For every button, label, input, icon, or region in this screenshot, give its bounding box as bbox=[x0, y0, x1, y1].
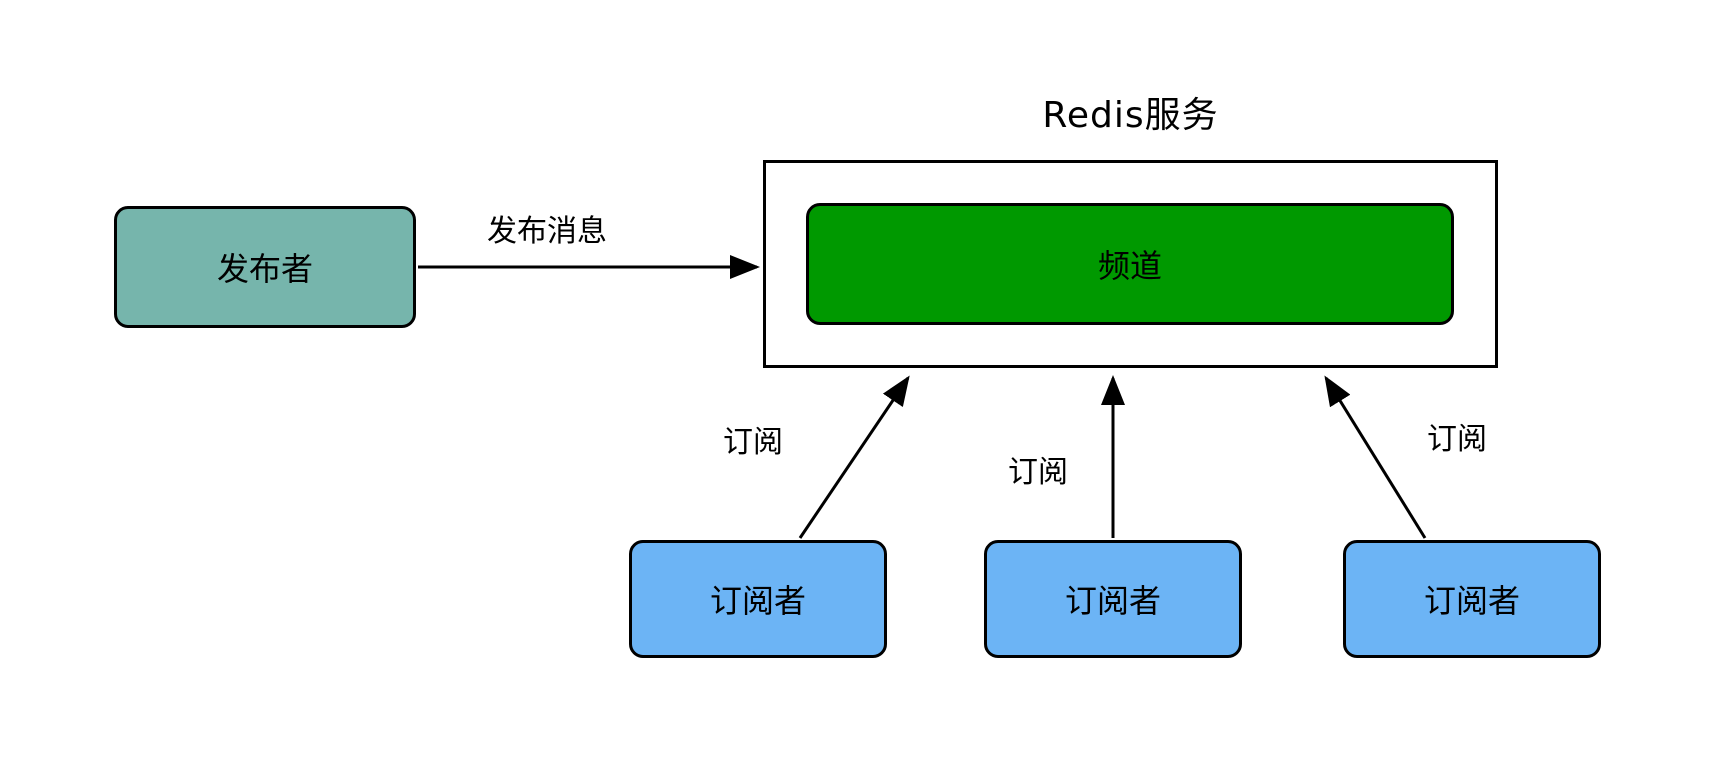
channel-box[interactable]: 频道 bbox=[806, 203, 1454, 325]
edge-subscriber1-to-service bbox=[798, 375, 910, 539]
subscriber-label-3: 订阅者 bbox=[1423, 582, 1520, 620]
edge-subscriber3-to-service bbox=[1324, 375, 1427, 539]
subscriber-box-3[interactable]: 订阅者 bbox=[1343, 540, 1601, 658]
edge-label-subscribe-3: 订阅 bbox=[1427, 422, 1487, 457]
edge-label-subscribe-2: 订阅 bbox=[1008, 455, 1068, 490]
subscriber-label-1: 订阅者 bbox=[709, 582, 806, 620]
subscriber-box-1[interactable]: 订阅者 bbox=[629, 540, 887, 658]
service-title: Redis服务 bbox=[1042, 95, 1219, 136]
edge-label-subscribe-1: 订阅 bbox=[723, 425, 783, 460]
edge-label-publish-message: 发布消息 bbox=[487, 214, 607, 249]
subscriber-box-2[interactable]: 订阅者 bbox=[984, 540, 1242, 658]
channel-label: 频道 bbox=[1097, 247, 1162, 285]
publisher-label: 发布者 bbox=[216, 250, 313, 288]
subscriber-label-2: 订阅者 bbox=[1064, 582, 1161, 620]
diagram-canvas: Redis服务 频道 发布者 订阅者 订阅者 订阅者 发布消息 订阅 订阅 订阅 bbox=[0, 0, 1725, 765]
publisher-box[interactable]: 发布者 bbox=[114, 206, 416, 328]
